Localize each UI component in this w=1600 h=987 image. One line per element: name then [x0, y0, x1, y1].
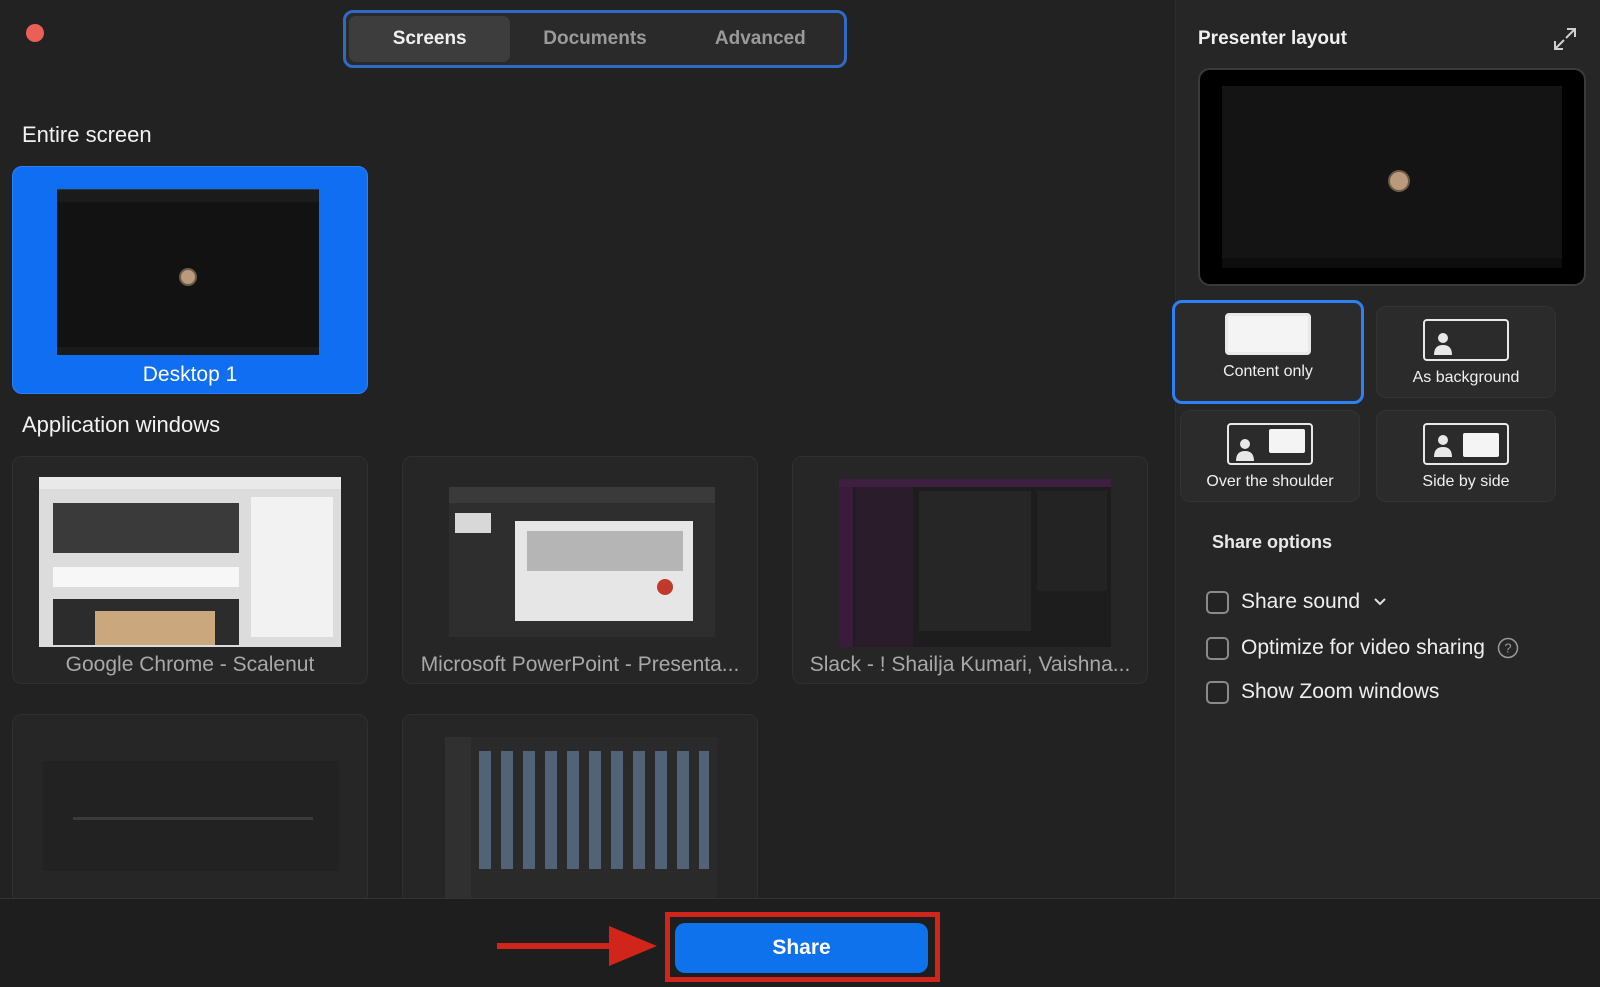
slack-thumbnail [839, 479, 1111, 647]
layout-label: As background [1412, 369, 1520, 386]
person-icon [1434, 333, 1452, 355]
app-card-window-4[interactable] [12, 714, 368, 904]
as-background-icon [1423, 319, 1509, 361]
layout-preview [1198, 68, 1586, 286]
tab-advanced[interactable]: Advanced [680, 16, 841, 62]
expand-icon[interactable] [1552, 26, 1578, 52]
powerpoint-thumbnail [449, 487, 715, 637]
optimize-video-checkbox[interactable] [1206, 636, 1229, 660]
share-tabs: Screens Documents Advanced [343, 10, 847, 68]
arrow-icon [497, 926, 657, 966]
layout-content-only[interactable]: Content only [1172, 300, 1364, 404]
source-picker-panel: Screens Documents Advanced Entire screen… [0, 0, 1175, 904]
participant-avatar [179, 268, 197, 286]
content-only-icon [1225, 313, 1311, 355]
layout-over-the-shoulder[interactable]: Over the shoulder [1180, 410, 1360, 502]
window-thumbnail [43, 761, 339, 871]
help-icon[interactable]: ? [1497, 637, 1519, 659]
tab-screens[interactable]: Screens [349, 16, 511, 62]
app-card-label: Google Chrome - Scalenut [65, 653, 315, 676]
app-card-slack[interactable]: Slack - ! Shailja Kumari, Vaishna... [792, 456, 1148, 684]
application-windows-heading: Application windows [22, 412, 221, 437]
apps-thumbnail [445, 737, 717, 903]
app-card-powerpoint[interactable]: Microsoft PowerPoint - Presenta... [402, 456, 758, 684]
presenter-panel: Presenter layout Content only As backgro… [1172, 0, 1600, 898]
chevron-down-icon[interactable] [1372, 594, 1388, 610]
close-window-button[interactable] [26, 24, 44, 42]
share-button[interactable]: Share [675, 923, 928, 973]
share-sound-checkbox[interactable] [1206, 590, 1229, 614]
side-by-side-icon [1423, 423, 1509, 465]
layout-as-background[interactable]: As background [1376, 306, 1556, 398]
screen-card-desktop-1[interactable]: Desktop 1 [12, 166, 368, 394]
tab-documents[interactable]: Documents [514, 16, 675, 62]
share-options-heading: Share options [1212, 532, 1333, 552]
app-card-label: Microsoft PowerPoint - Presenta... [420, 653, 740, 676]
layout-label: Side by side [1422, 473, 1510, 490]
presenter-layout-heading: Presenter layout [1198, 28, 1347, 49]
layout-side-by-side[interactable]: Side by side [1376, 410, 1556, 502]
entire-screen-heading: Entire screen [22, 122, 152, 147]
option-label: Optimize for video sharing [1241, 636, 1485, 659]
person-icon [1434, 435, 1452, 457]
app-card-chrome[interactable]: Google Chrome - Scalenut [12, 456, 368, 684]
over-shoulder-icon [1227, 423, 1313, 465]
show-zoom-windows-checkbox[interactable] [1206, 680, 1229, 704]
chrome-thumbnail [39, 477, 341, 647]
option-label: Share sound [1241, 590, 1361, 613]
person-icon [1236, 439, 1254, 461]
app-card-label: Slack - ! Shailja Kumari, Vaishna... [809, 653, 1131, 676]
screen-card-label: Desktop 1 [142, 363, 238, 386]
layout-label: Over the shoulder [1206, 473, 1334, 490]
participant-avatar [1388, 170, 1410, 192]
app-card-window-5[interactable] [402, 714, 758, 904]
show-zoom-windows-option[interactable]: Show Zoom windows [1206, 680, 1439, 704]
svg-text:?: ? [1504, 641, 1511, 656]
optimize-video-option[interactable]: Optimize for video sharing ? [1206, 636, 1519, 660]
option-label: Show Zoom windows [1241, 680, 1440, 703]
layout-label: Content only [1223, 363, 1313, 380]
desktop-thumbnail [57, 189, 319, 355]
share-sound-option[interactable]: Share sound [1206, 590, 1388, 614]
